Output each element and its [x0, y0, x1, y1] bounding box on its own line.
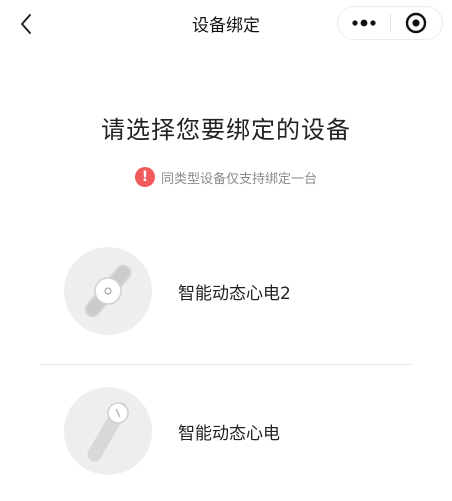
notice-text: 同类型设备仅支持绑定一台: [160, 171, 317, 187]
ecg-patch-device-icon: [87, 402, 129, 462]
navigation-bar: 设备绑定: [0, 0, 452, 46]
ecg-band-device-icon: [84, 264, 132, 318]
device-item-ecg[interactable]: 智能动态心电: [64, 386, 414, 476]
device-item-ecg-2[interactable]: 智能动态心电2: [64, 246, 414, 336]
exclamation-icon: !: [134, 167, 155, 187]
device-name: 智能动态心电: [178, 423, 280, 444]
device-image: [64, 247, 152, 335]
target-circle-icon: [406, 12, 427, 34]
device-name: 智能动态心电2: [178, 283, 291, 304]
more-button[interactable]: [338, 7, 390, 39]
bind-notice: ! 同类型设备仅支持绑定一台: [0, 167, 452, 187]
mini-program-capsule: [337, 6, 443, 40]
close-mini-program-button[interactable]: [390, 7, 442, 39]
device-image: [64, 387, 152, 475]
more-dots-icon: [352, 19, 376, 27]
select-device-heading: 请选择您要绑定的设备: [101, 116, 351, 144]
list-divider: [41, 364, 411, 365]
